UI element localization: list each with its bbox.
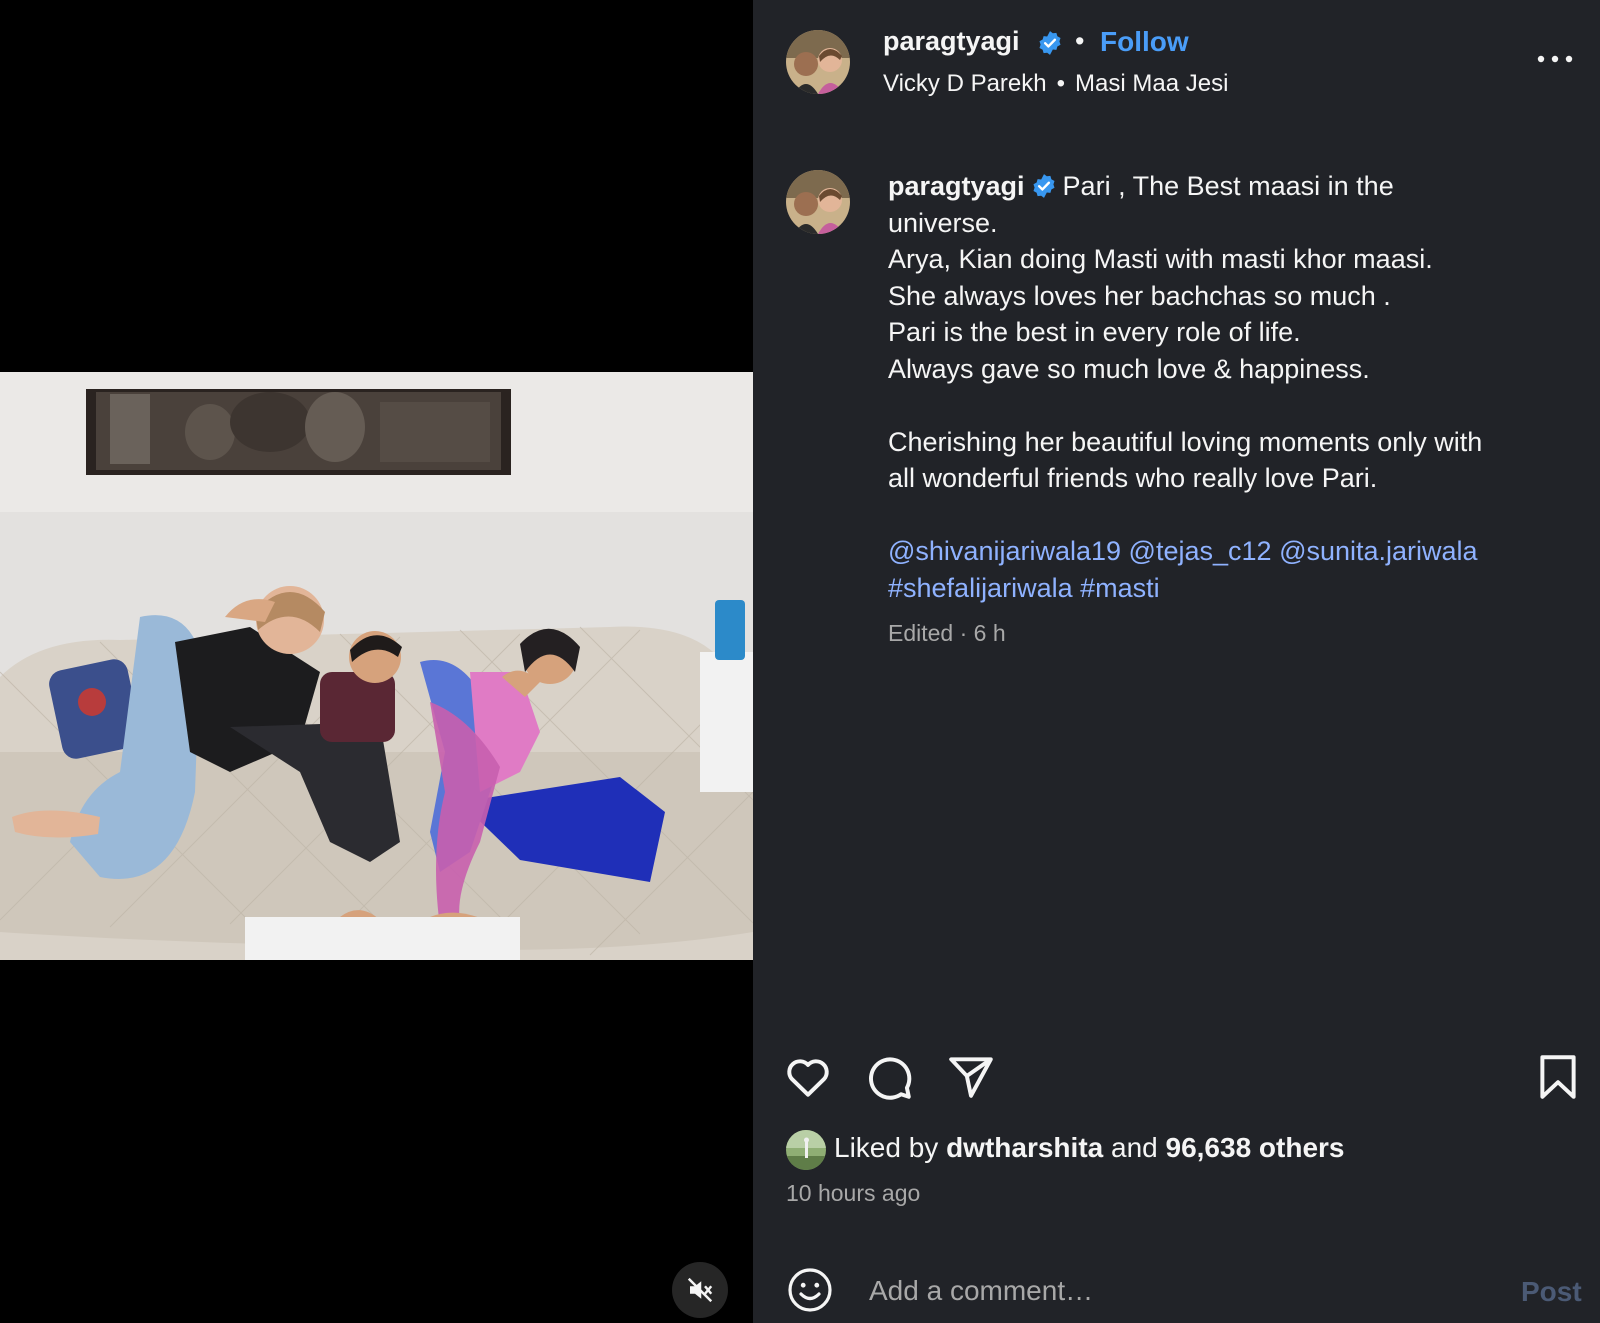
author-avatar[interactable] xyxy=(786,30,850,94)
verified-badge-icon xyxy=(1033,174,1055,198)
comment-button[interactable] xyxy=(864,1052,914,1102)
header-separator-dot: • xyxy=(1075,26,1085,56)
mention-link[interactable]: @shivanijariwala19 xyxy=(888,536,1121,566)
mention-link[interactable]: @sunita.jariwala xyxy=(1279,536,1478,566)
avatar-image xyxy=(786,1130,826,1170)
post-caption: paragtyagi Pari , The Best maasi in the u… xyxy=(888,168,1568,606)
caption-meta: Edited · 6 h xyxy=(888,620,1006,647)
emoji-picker-button[interactable] xyxy=(786,1266,834,1314)
caption-username[interactable]: paragtyagi xyxy=(888,171,1025,201)
like-button[interactable] xyxy=(783,1052,833,1102)
post-details-pane: paragtyagi • Follow Vicky D Parekh • Masi … xyxy=(753,0,1600,1323)
caption-line: Pari is the best in every role of life. xyxy=(888,317,1301,347)
mention-link[interactable]: @tejas_c12 xyxy=(1129,536,1272,566)
mute-toggle-button[interactable] xyxy=(672,1262,728,1318)
hashtag-link[interactable]: #masti xyxy=(1080,573,1160,603)
caption-line: universe. xyxy=(888,207,998,238)
follow-button[interactable]: Follow xyxy=(1100,26,1189,58)
smiley-icon xyxy=(788,1268,832,1312)
liker-avatar[interactable] xyxy=(786,1130,826,1170)
comment-bubble-icon xyxy=(869,1057,912,1100)
speaker-muted-icon xyxy=(687,1277,713,1303)
comment-input[interactable] xyxy=(867,1266,1471,1316)
paper-plane-icon xyxy=(949,1057,993,1098)
heart-icon xyxy=(787,1059,829,1097)
caption-line: She always loves her bachchas so much . xyxy=(888,280,1391,311)
caption-line: all wonderful friends who really love Pa… xyxy=(888,463,1378,493)
verified-badge-icon xyxy=(1039,31,1061,55)
bookmark-icon xyxy=(1540,1055,1576,1099)
save-button[interactable] xyxy=(1533,1052,1583,1102)
caption-tags-line: #shefalijariwala #masti xyxy=(888,570,1568,607)
audio-artist[interactable]: Vicky D Parekh xyxy=(883,70,1047,97)
post-photo[interactable] xyxy=(0,372,753,960)
caption-author-avatar[interactable] xyxy=(786,170,850,234)
caption-line: Cherishing her beautiful loving moments … xyxy=(888,426,1483,457)
post-photo-image xyxy=(0,372,753,960)
edited-label: Edited xyxy=(888,620,954,646)
liker-username[interactable]: dwtharshita xyxy=(946,1132,1103,1163)
caption-line: Always gave so much love & happiness. xyxy=(888,353,1370,384)
comment-bar: Post xyxy=(753,1240,1600,1323)
post-timestamp[interactable]: 10 hours ago xyxy=(786,1180,920,1207)
more-options-button[interactable] xyxy=(1535,44,1575,74)
avatar-image xyxy=(786,30,850,94)
caption-paragraph-gap xyxy=(888,387,1568,424)
post-time[interactable]: 6 h xyxy=(974,620,1006,646)
caption-line: Arya, Kian doing Masti with masti khor m… xyxy=(888,244,1433,274)
avatar-image xyxy=(786,170,850,234)
liked-by-label: Liked by xyxy=(834,1132,939,1163)
caption-text: Pari , The Best maasi in the xyxy=(1062,171,1394,201)
author-username[interactable]: paragtyagi xyxy=(883,26,1020,57)
instagram-post-view: paragtyagi • Follow Vicky D Parekh • Masi … xyxy=(0,0,1600,1323)
post-header: paragtyagi • Follow Vicky D Parekh • Masi … xyxy=(753,0,1600,136)
media-pane xyxy=(0,0,753,1323)
audio-separator: • xyxy=(1056,70,1066,97)
hashtag-link[interactable]: #shefalijariwala xyxy=(888,573,1073,603)
share-button[interactable] xyxy=(946,1052,996,1102)
likes-text: Liked by dwtharshita and 96,638 others xyxy=(834,1132,1345,1164)
meta-separator: · xyxy=(959,620,968,646)
audio-attribution[interactable]: Vicky D Parekh • Masi Maa Jesi xyxy=(883,70,1228,98)
caption-first-line: paragtyagi Pari , The Best maasi in the xyxy=(888,168,1568,205)
audio-title[interactable]: Masi Maa Jesi xyxy=(1075,70,1228,97)
likes-count[interactable]: 96,638 others xyxy=(1166,1132,1345,1163)
more-dots-icon xyxy=(1537,55,1573,63)
caption-tags-line: @shivanijariwala19 @tejas_c12 @sunita.ja… xyxy=(888,533,1568,570)
likes-joiner: and xyxy=(1111,1132,1158,1163)
caption-paragraph-gap xyxy=(888,497,1568,534)
post-comment-button[interactable]: Post xyxy=(1521,1276,1582,1308)
